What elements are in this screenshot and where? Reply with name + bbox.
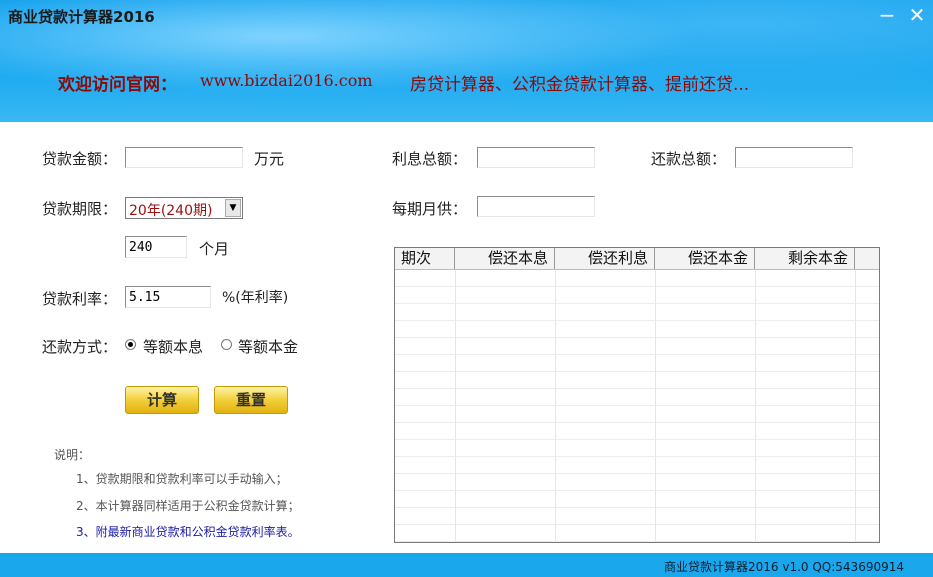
column-divider: [855, 270, 856, 542]
table-header: 期次 偿还本息 偿还利息 偿还本金 剩余本金: [395, 248, 879, 270]
website-link[interactable]: www.bizdai2016.com: [200, 71, 373, 90]
notes-heading: 说明：: [54, 448, 91, 462]
rate-unit: %(年利率): [222, 290, 289, 306]
rate-table-link[interactable]: 3、附最新商业贷款和公积金贷款利率表。: [76, 523, 300, 540]
radio-equal-installment[interactable]: [125, 339, 136, 350]
row-divider: [395, 422, 879, 423]
rate-input[interactable]: [125, 286, 211, 308]
row-divider: [395, 490, 879, 491]
column-header-payment[interactable]: 偿还本息: [455, 248, 555, 269]
total-payment-field[interactable]: [735, 147, 853, 168]
total-interest-field[interactable]: [477, 147, 595, 168]
row-divider: [395, 456, 879, 457]
row-divider: [395, 507, 879, 508]
minimize-button[interactable]: −: [876, 4, 898, 26]
radio-equal-principal[interactable]: [221, 339, 232, 350]
method-option-equal-installment[interactable]: 等额本息: [143, 336, 203, 357]
loan-amount-input[interactable]: [125, 147, 243, 168]
column-header-period[interactable]: 期次: [395, 248, 455, 269]
chevron-down-icon[interactable]: ▼: [225, 199, 241, 217]
monthly-payment-label: 每期月供：: [392, 200, 468, 218]
column-header-remaining[interactable]: 剩余本金: [755, 248, 855, 269]
row-divider: [395, 303, 879, 304]
note-item: 1、贷款期限和贷款利率可以手动输入；: [76, 472, 288, 486]
row-divider: [395, 405, 879, 406]
welcome-text: 欢迎访问官网：: [58, 75, 177, 95]
row-divider: [395, 354, 879, 355]
row-divider: [395, 524, 879, 525]
method-label: 还款方式：: [42, 338, 118, 356]
window-title: 商业贷款计算器2016: [8, 8, 155, 26]
column-divider: [655, 270, 656, 542]
term-months-input[interactable]: [125, 236, 187, 258]
row-divider: [395, 286, 879, 287]
row-divider: [395, 337, 879, 338]
status-bar: 商业贷款计算器2016 v1.0 QQ:543690914: [0, 553, 933, 577]
total-payment-label: 还款总额：: [651, 150, 727, 168]
header-banner: 商业贷款计算器2016 − ✕ 欢迎访问官网： www.bizdai2016.c…: [0, 0, 933, 122]
row-divider: [395, 371, 879, 372]
term-selected-value: 20年(240期): [129, 203, 213, 219]
note-item: 2、本计算器同样适用于公积金贷款计算；: [76, 499, 300, 513]
monthly-payment-field[interactable]: [477, 196, 595, 217]
method-option-equal-principal[interactable]: 等额本金: [238, 336, 298, 357]
loan-amount-label: 贷款金额：: [42, 150, 118, 168]
row-divider: [395, 473, 879, 474]
term-select[interactable]: 20年(240期) ▼: [125, 197, 243, 219]
promo-text: 房贷计算器、公积金贷款计算器、提前还贷...: [410, 75, 750, 95]
term-label: 贷款期限：: [42, 200, 118, 218]
column-divider: [755, 270, 756, 542]
close-icon: ✕: [908, 3, 926, 27]
row-divider: [395, 320, 879, 321]
term-months-unit: 个月: [199, 240, 230, 258]
row-divider: [395, 439, 879, 440]
minimize-icon: −: [878, 3, 896, 27]
column-divider: [455, 270, 456, 542]
calculate-button[interactable]: 计算: [125, 386, 199, 414]
amortization-table[interactable]: 期次 偿还本息 偿还利息 偿还本金 剩余本金: [394, 247, 880, 543]
total-interest-label: 利息总额：: [392, 150, 468, 168]
row-divider: [395, 541, 879, 542]
loan-amount-unit: 万元: [254, 150, 285, 168]
rate-label: 贷款利率：: [42, 290, 118, 308]
close-button[interactable]: ✕: [906, 4, 928, 26]
column-header-interest[interactable]: 偿还利息: [555, 248, 655, 269]
status-text: 商业贷款计算器2016 v1.0 QQ:543690914: [664, 560, 905, 574]
reset-button[interactable]: 重置: [214, 386, 288, 414]
row-divider: [395, 388, 879, 389]
column-header-principal[interactable]: 偿还本金: [655, 248, 755, 269]
column-divider: [555, 270, 556, 542]
